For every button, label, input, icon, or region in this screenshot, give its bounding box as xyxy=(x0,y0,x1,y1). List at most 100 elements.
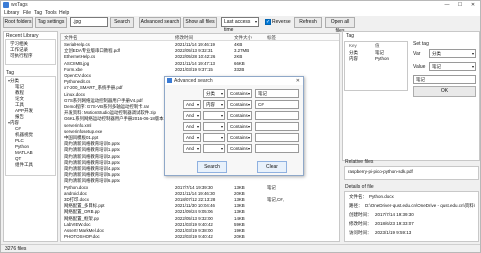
reverse-checkbox[interactable]: ✓ xyxy=(265,19,271,25)
table-cell-name: Linux.docx xyxy=(64,91,85,97)
menu-bar: Library File Tag Tools Help xyxy=(1,9,480,16)
table-row[interactable]: 网络配置_框架.pp 2022/05/13 9:32:00 14KB xyxy=(61,216,339,222)
condition-select[interactable]: Contains ▾ xyxy=(227,111,252,120)
tag-key-select[interactable]: 分类 ▾ xyxy=(203,89,225,98)
column-header-size[interactable]: 文件大小 xyxy=(234,35,252,41)
detail-row: 路径： D:\OneDriver-qust.edu.cn\OneDrive - … xyxy=(345,203,478,211)
dialog-clear-button[interactable]: Clear xyxy=(257,161,287,173)
table-row[interactable]: 简约清新风格教育培训6.pptx xyxy=(61,178,339,184)
tag-row-key[interactable]: 内容 xyxy=(349,56,358,62)
recent-library-item[interactable]: 可执行程序 xyxy=(10,53,33,59)
tag-row-value[interactable]: Python xyxy=(375,56,389,61)
chevron-down-icon: ▾ xyxy=(471,64,474,69)
table-row[interactable]: EthernetHelp.cs 2022/05/28 10:42:26 2KB xyxy=(61,54,339,60)
table-row[interactable]: Assert! MarkMel.doc 2021/03/19 9:38:00 19K… xyxy=(61,228,339,234)
logic-operator-select[interactable]: And ▾ xyxy=(183,144,201,153)
tag-settings-button[interactable]: Tag settings xyxy=(35,17,67,28)
minimize-button[interactable]: — xyxy=(441,1,453,9)
advanced-search-button[interactable]: Advanced search xyxy=(139,17,181,28)
table-cell-modified: 2021/09/24 9:05:06 xyxy=(175,209,213,215)
table-row[interactable]: SerialHelp.cs 2021/11/14 19:46:19 4KB xyxy=(61,42,339,48)
table-row[interactable]: 立创EDA专业版串口教程.pdf 2022/05/13 9:32:31 3.27MB xyxy=(61,48,339,54)
tag-tree-item[interactable]: Python xyxy=(15,144,29,149)
open-all-files-button[interactable]: Open all files xyxy=(325,17,355,34)
condition-select-value: Contains xyxy=(230,113,248,118)
left-panel: Recent Library 学习相关 工作记录 可执行程序 Tag ▾分类 笔记… xyxy=(3,31,58,242)
details-title: Details of file xyxy=(345,184,374,190)
root-folders-button[interactable]: Root folders xyxy=(3,17,33,28)
title-bar: wxTags — ☐ ✕ xyxy=(1,1,480,9)
table-row[interactable]: android.doc 2021/11/14 19:46:30 20KB xyxy=(61,191,339,197)
condition-select[interactable]: Contains ▾ xyxy=(227,100,252,109)
column-header-name[interactable]: 文件名 xyxy=(64,35,78,41)
dialog-search-button[interactable]: Search xyxy=(197,161,227,173)
detail-value: Python.docx xyxy=(369,194,394,199)
column-header-modified[interactable]: 修改时间 xyxy=(175,35,193,41)
logic-operator-select[interactable]: And ▾ xyxy=(183,133,201,142)
condition-value-input[interactable] xyxy=(255,144,299,153)
condition-select[interactable]: Contains ▾ xyxy=(227,133,252,142)
table-row[interactable]: Python.docx 2017/7/14 19:39:30 13KB 笔记 xyxy=(61,185,339,191)
condition-value-input[interactable]: 笔记 xyxy=(255,89,299,98)
var-select[interactable]: 分类 ▾ xyxy=(429,49,476,58)
maximize-button[interactable]: ☐ xyxy=(454,1,466,9)
table-row[interactable]: PHOTOSHOP.doc 2022/03/19 9:40:42 20KB xyxy=(61,234,339,240)
menu-file[interactable]: File xyxy=(23,10,31,16)
refresh-button[interactable]: Refresh xyxy=(294,17,322,28)
value-select[interactable]: 笔记 ▾ xyxy=(429,62,476,71)
table-cell-name: serverinfo.xml xyxy=(64,122,92,128)
menu-library[interactable]: Library xyxy=(4,10,19,16)
menu-tag[interactable]: Tag xyxy=(34,10,42,16)
tag-tree-item[interactable]: 组件工具 xyxy=(15,162,33,168)
column-header-tags[interactable]: 标签 xyxy=(267,35,276,41)
advanced-search-dialog: Advanced search ✕ 分类 ▾ Contains ▾ 笔记 And ▾ 内容 ▾ C… xyxy=(164,76,304,176)
table-cell-modified: 2018/07/12 22:13:28 xyxy=(175,197,216,202)
table-row[interactable]: LabVIEW.doc 2021/03/19 9:40:42 59KB xyxy=(61,222,339,228)
tag-tree-item[interactable]: MATLAB xyxy=(15,150,33,155)
logic-operator-select-value: And xyxy=(186,113,195,118)
logic-operator-select[interactable]: And ▾ xyxy=(183,111,201,120)
table-row[interactable]: ASCIIMB.jpg 2021/11/14 19:47:13 66KB xyxy=(61,60,339,67)
dialog-title-bar: Advanced search ✕ xyxy=(165,77,303,85)
dialog-close-icon[interactable]: ✕ xyxy=(296,78,300,84)
table-row[interactable]: 网络配置_ORB.pp 2021/09/24 9:05:06 13KB xyxy=(61,209,339,215)
logic-operator-select[interactable]: And ▾ xyxy=(183,122,201,131)
tag-tree-item[interactable]: C# xyxy=(15,126,21,131)
condition-select[interactable]: Contains ▾ xyxy=(227,89,252,98)
menu-help[interactable]: Help xyxy=(59,10,69,16)
table-row[interactable]: 3D打印.docx 2018/07/12 22:13:28 13KB 笔记,C#, xyxy=(61,197,339,203)
ok-button[interactable]: OK xyxy=(413,86,476,97)
sort-select[interactable]: Last access time ▾ xyxy=(221,17,259,33)
condition-select[interactable]: Contains ▾ xyxy=(227,122,252,131)
condition-value-input[interactable] xyxy=(255,133,299,142)
show-all-files-button[interactable]: Show all files xyxy=(183,17,217,28)
condition-value-input[interactable] xyxy=(255,122,299,131)
table-cell-name: 开发资料: MotionStudio运动控制器调试软件.zip xyxy=(64,110,156,116)
tag-key-select[interactable]: ▾ xyxy=(203,144,225,153)
search-input[interactable]: .jpg xyxy=(70,17,108,27)
tag-tree-item[interactable]: QT xyxy=(15,156,21,161)
logic-operator-select[interactable]: And ▾ xyxy=(183,100,201,109)
table-cell-size: 20KB xyxy=(234,234,245,240)
tag-key-select[interactable]: ▾ xyxy=(203,122,225,131)
tag-key-select[interactable]: ▾ xyxy=(203,111,225,120)
table-row[interactable]: Form.xbe 2021/03/19 9:37:15 332B xyxy=(61,67,339,73)
menu-tools[interactable]: Tools xyxy=(45,10,57,16)
condition-value-input[interactable]: C# xyxy=(255,100,299,109)
condition-select[interactable]: Contains ▾ xyxy=(227,144,252,153)
table-row[interactable]: 网络配置_多目标.ppt 2021/11/30 10:04:46 13KB xyxy=(61,203,339,209)
tag-value-input[interactable]: 笔记 xyxy=(413,75,476,84)
table-cell-size: 66KB xyxy=(234,60,245,66)
tag-panel-title: Tag xyxy=(346,33,355,39)
chevron-down-icon: ▾ xyxy=(247,91,250,96)
condition-value-input[interactable] xyxy=(255,111,299,120)
search-button[interactable]: Search xyxy=(110,17,134,28)
tag-key-select[interactable]: ▾ xyxy=(203,133,225,142)
tag-tree-item[interactable]: PLC xyxy=(15,138,24,143)
tag-key-select[interactable]: 内容 ▾ xyxy=(203,100,225,109)
tag-tree-label: 笔记 xyxy=(15,84,24,89)
table-cell-name: 简约清新风格教育培训2.pptx xyxy=(64,153,120,159)
relative-file-item[interactable]: raspberry-pi-pico-python-sdk.pdf xyxy=(348,169,413,174)
close-button[interactable]: ✕ xyxy=(467,1,479,9)
table-cell-modified: 2021/11/14 19:46:19 xyxy=(175,42,215,47)
